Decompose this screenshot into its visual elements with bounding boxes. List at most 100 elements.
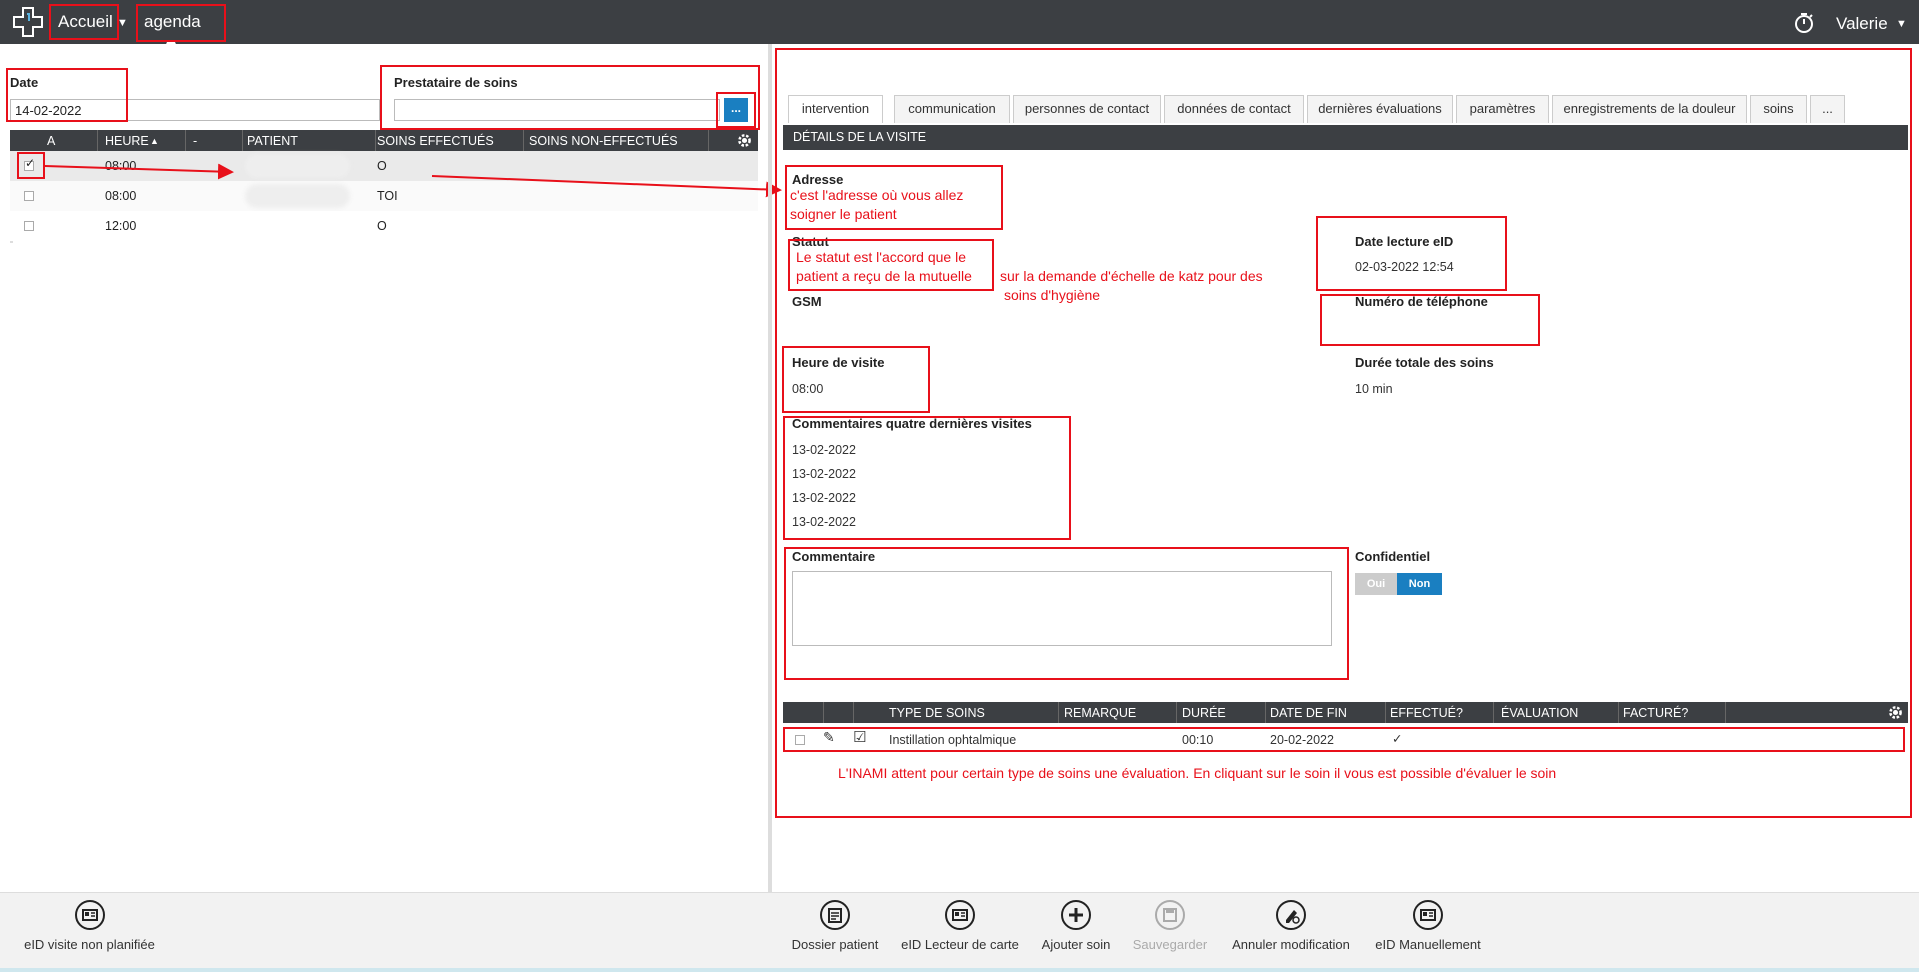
eid-unplanned-visit-button[interactable]: eID visite non planifiée — [22, 899, 157, 952]
patient-name-redacted — [245, 154, 350, 178]
comment-textarea[interactable] — [792, 571, 1332, 646]
chevron-down-icon[interactable]: ▼ — [117, 17, 128, 29]
last-comments-label: Commentaires quatre dernières visites — [792, 416, 1032, 431]
phone-label: Numéro de téléphone — [1355, 294, 1488, 309]
nav-home[interactable]: Accueil — [58, 12, 113, 32]
floppy-disk-icon — [1155, 900, 1185, 930]
pencil-icon[interactable]: ✎ — [823, 729, 835, 746]
provider-picker-button[interactable]: ... — [724, 98, 748, 122]
top-bar: Accueil ▼ agenda Valerie ▼ — [0, 0, 1919, 46]
bottom-action-bar: eID visite non planifiée Dossier patient… — [0, 892, 1919, 968]
tab-soins[interactable]: soins — [1750, 95, 1807, 123]
tab-contact-data[interactable]: données de contact — [1164, 95, 1304, 123]
address-note: c'est l'adresse où vous allez — [790, 187, 964, 203]
confidential-yes-toggle[interactable]: Oui — [1355, 573, 1397, 595]
status-label: Statut — [792, 234, 829, 249]
col-duration[interactable]: DURÉE — [1182, 706, 1226, 720]
provider-field[interactable] — [394, 99, 720, 121]
row-time: 08:00 — [105, 159, 137, 173]
confidential-no-toggle[interactable]: Non — [1397, 573, 1442, 595]
chevron-down-icon[interactable]: ▼ — [1896, 18, 1907, 30]
col-heure[interactable]: HEURE — [105, 134, 149, 148]
visit-time-label: Heure de visite — [792, 355, 885, 370]
care-type-value: Instillation ophtalmique — [889, 733, 1017, 747]
col-not-done[interactable]: SOINS NON-EFFECTUÉS — [529, 134, 678, 148]
eid-date-label: Date lecture eID — [1355, 234, 1454, 249]
care-duration-value: 00:10 — [1182, 733, 1214, 747]
table-row[interactable]: ✓ 08:00 O — [10, 151, 758, 181]
patient-name-redacted — [245, 184, 350, 208]
row-checkbox[interactable] — [795, 735, 805, 745]
col-billed[interactable]: FACTURÉ? — [1623, 706, 1688, 720]
id-card-icon — [945, 900, 975, 930]
care-end-date-value: 20-02-2022 — [1270, 733, 1334, 747]
undo-edit-icon — [1276, 900, 1306, 930]
stopwatch-icon[interactable] — [1793, 12, 1815, 34]
add-care-button[interactable]: Ajouter soin — [1036, 899, 1116, 952]
visit-time-value: 08:00 — [792, 382, 824, 396]
row-done: TOI — [377, 189, 398, 203]
address-note: soigner le patient — [790, 206, 897, 222]
gear-icon[interactable] — [1887, 704, 1904, 721]
save-button[interactable]: Sauvegarder — [1130, 899, 1210, 952]
status-note: patient a reçu de la mutuelle — [796, 268, 972, 284]
tab-last-evaluations[interactable]: dernières évaluations — [1307, 95, 1453, 123]
status-note: Le statut est l'accord que le — [796, 249, 966, 265]
eid-manual-button[interactable]: eID Manuellement — [1368, 899, 1488, 952]
tab-parameters[interactable]: paramètres — [1456, 95, 1549, 123]
user-menu[interactable]: Valerie — [1836, 14, 1888, 34]
app-logo-icon[interactable] — [12, 6, 44, 38]
row-done: O — [377, 159, 387, 173]
gear-icon[interactable] — [736, 132, 753, 149]
comment-date: 13-02-2022 — [792, 467, 856, 481]
col-patient[interactable]: PATIENT — [247, 134, 298, 148]
nav-agenda[interactable]: agenda — [144, 12, 201, 32]
row-done: O — [377, 219, 387, 233]
tab-pain-records[interactable]: enregistrements de la douleur — [1552, 95, 1747, 123]
id-card-icon — [74, 900, 105, 930]
annotation-box — [1316, 216, 1507, 291]
col-done[interactable]: SOINS EFFECTUÉS — [377, 134, 494, 148]
tab-contact-persons[interactable]: personnes de contact — [1013, 95, 1161, 123]
provider-label: Prestataire de soins — [394, 75, 518, 90]
cancel-edit-button[interactable]: Annuler modification — [1226, 899, 1356, 952]
comment-date: 13-02-2022 — [792, 443, 856, 457]
col-dash[interactable]: - — [193, 134, 197, 148]
date-label: Date — [10, 75, 39, 90]
visit-details-header: DÉTAILS DE LA VISITE — [783, 125, 1908, 150]
table-row[interactable]: 12:00 O — [10, 211, 758, 241]
col-care-type[interactable]: TYPE DE SOINS — [889, 706, 985, 720]
evaluate-check-icon[interactable]: ☑ — [853, 728, 866, 746]
eid-card-reader-button[interactable]: eID Lecteur de carte — [896, 899, 1024, 952]
tab-more[interactable]: ... — [1810, 95, 1845, 123]
sort-ascending-icon[interactable]: ▲ — [150, 136, 159, 146]
col-done[interactable]: EFFECTUÉ? — [1390, 706, 1463, 720]
col-end-date[interactable]: DATE DE FIN — [1270, 706, 1347, 720]
date-field[interactable]: 14-02-2022 — [10, 99, 380, 121]
comment-date: 13-02-2022 — [792, 491, 856, 505]
total-duration-value: 10 min — [1355, 382, 1393, 396]
row-time: 08:00 — [105, 189, 137, 203]
comment-label: Commentaire — [792, 549, 876, 564]
gsm-label: GSM — [792, 294, 822, 309]
confidential-label: Confidentiel — [1355, 549, 1431, 564]
row-checkbox[interactable] — [24, 191, 34, 201]
tab-intervention[interactable]: intervention — [788, 95, 883, 123]
patient-file-button[interactable]: Dossier patient — [785, 899, 885, 952]
patient-file-icon — [820, 900, 850, 930]
tab-communication[interactable]: communication — [894, 95, 1010, 123]
col-a[interactable]: A — [47, 134, 55, 148]
checkmark-icon: ✓ — [25, 156, 36, 170]
row-time: 12:00 — [105, 219, 137, 233]
eid-date-value: 02-03-2022 12:54 — [1355, 260, 1454, 274]
address-label: Adresse — [792, 172, 844, 187]
panel-splitter[interactable] — [768, 44, 772, 892]
care-done-value: ✓ — [1392, 732, 1403, 746]
inami-note: L'INAMI attent pour certain type de soin… — [838, 765, 1557, 781]
col-evaluation[interactable]: ÉVALUATION — [1501, 706, 1578, 720]
col-remark[interactable]: REMARQUE — [1064, 706, 1136, 720]
table-row[interactable]: 08:00 TOI — [10, 181, 758, 211]
row-checkbox[interactable] — [24, 221, 34, 231]
status-note: sur la demande d'échelle de katz pour de… — [1000, 268, 1263, 284]
plus-circle-icon — [1061, 900, 1091, 930]
